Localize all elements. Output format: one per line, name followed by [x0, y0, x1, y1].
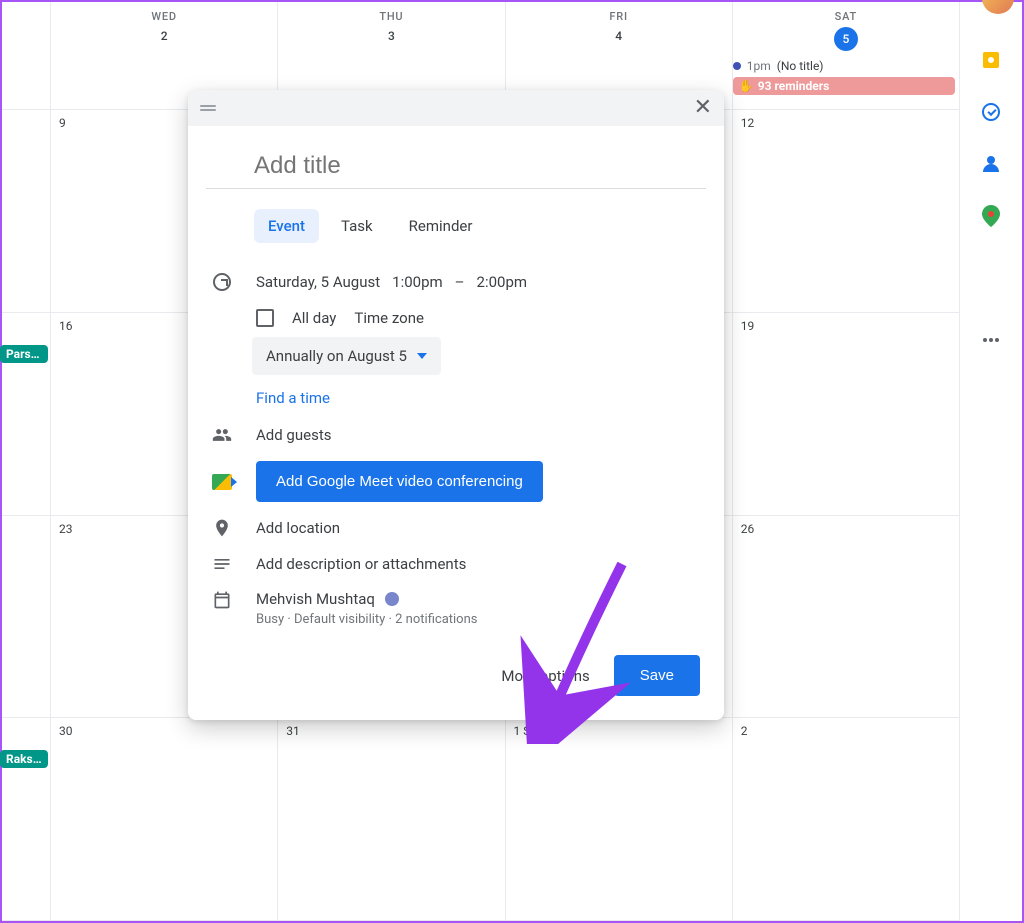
- event-dot-icon: [733, 62, 741, 70]
- add-location-placeholder: Add location: [256, 519, 706, 537]
- cell-date: 30: [57, 724, 275, 738]
- tab-reminder[interactable]: Reminder: [395, 209, 487, 243]
- recurrence-select[interactable]: Annually on August 5: [252, 337, 441, 375]
- event-time: 1pm: [747, 59, 771, 73]
- allday-row: All day Time zone: [206, 299, 706, 337]
- calendar-owner-sub: Busy · Default visibility · 2 notificati…: [256, 612, 706, 627]
- event-title: (No title): [777, 59, 824, 73]
- add-guests-placeholder: Add guests: [256, 426, 706, 444]
- start-time[interactable]: 1:00pm: [392, 273, 443, 291]
- more-options-button[interactable]: More options: [501, 667, 589, 685]
- event-chip[interactable]: 1pm (No title): [729, 57, 959, 75]
- holiday-chip[interactable]: Parsi New Year: [0, 345, 48, 363]
- day-cell[interactable]: 26: [732, 516, 959, 718]
- guests-row[interactable]: Add guests: [206, 417, 706, 453]
- timezone-link[interactable]: Time zone: [354, 309, 424, 327]
- time-dash: –: [455, 273, 465, 291]
- close-icon[interactable]: ✕: [694, 97, 712, 119]
- add-meet-button[interactable]: Add Google Meet video conferencing: [256, 461, 543, 502]
- google-meet-icon: [206, 474, 238, 490]
- find-a-time-link[interactable]: Find a time: [256, 389, 706, 407]
- contacts-icon[interactable]: [981, 154, 1001, 174]
- day-header-sat[interactable]: SAT 5 1pm (No title) ✋ 93 reminders: [732, 2, 959, 109]
- gutter-cell: [2, 2, 50, 109]
- save-button[interactable]: Save: [614, 655, 700, 696]
- cell-date: 1 Sept: [512, 724, 730, 738]
- dialog-header: ✕: [188, 90, 724, 126]
- allday-label: All day: [292, 309, 336, 327]
- more-addons-icon[interactable]: [981, 330, 1001, 350]
- reminders-label: 93 reminders: [758, 79, 830, 93]
- day-cell[interactable]: 2: [732, 718, 959, 920]
- cell-date: 2: [739, 724, 957, 738]
- event-date[interactable]: Saturday, 5 August: [256, 273, 380, 291]
- side-panel: [959, 2, 1022, 921]
- add-description-placeholder: Add description or attachments: [256, 555, 706, 573]
- maps-icon[interactable]: [981, 206, 1001, 226]
- description-icon: [206, 554, 238, 574]
- keep-icon[interactable]: [981, 50, 1001, 70]
- location-icon: [206, 518, 238, 538]
- event-type-tabs: Event Task Reminder: [206, 189, 706, 265]
- calendar-owner-row[interactable]: Mehvish Mushtaq Busy · Default visibilit…: [206, 582, 706, 627]
- dialog-footer: More options Save: [188, 627, 724, 720]
- calendar-owner-name: Mehvish Mushtaq: [256, 590, 375, 608]
- location-row[interactable]: Add location: [206, 510, 706, 546]
- day-number: 3: [278, 29, 504, 43]
- calendar-color-dot: [385, 592, 399, 606]
- drag-handle-icon[interactable]: [200, 105, 216, 111]
- recurrence-label: Annually on August 5: [266, 347, 407, 365]
- dialog-body: Event Task Reminder Saturday, 5 August 1…: [188, 126, 724, 627]
- holiday-chip[interactable]: Raksha Bandhan (Rakhi): [0, 750, 48, 768]
- datetime-row: Saturday, 5 August 1:00pm – 2:00pm: [206, 265, 706, 299]
- gutter-cell: Raksha Bandhan (Rakhi): [2, 718, 50, 920]
- day-cell[interactable]: 1 Sept: [505, 718, 732, 920]
- day-cell[interactable]: 30: [50, 718, 277, 920]
- meet-row: Add Google Meet video conferencing: [206, 453, 706, 510]
- clock-icon: [206, 273, 238, 291]
- calendar-icon: [206, 590, 238, 610]
- end-time[interactable]: 2:00pm: [477, 273, 528, 291]
- week-row: Raksha Bandhan (Rakhi) 30 31 1 Sept 2: [2, 718, 959, 921]
- allday-checkbox[interactable]: [256, 309, 274, 327]
- gutter-cell: [2, 110, 50, 312]
- day-name: THU: [278, 10, 504, 23]
- day-number: 2: [51, 29, 277, 43]
- gutter-cell: Parsi New Year: [2, 313, 50, 515]
- cell-date: 12: [739, 116, 957, 130]
- people-icon: [206, 425, 238, 445]
- tab-task[interactable]: Task: [327, 209, 387, 243]
- cell-date: 31: [284, 724, 502, 738]
- day-number-today: 5: [834, 27, 858, 51]
- day-number: 4: [506, 29, 732, 43]
- tasks-icon[interactable]: [981, 102, 1001, 122]
- day-name: FRI: [506, 10, 732, 23]
- chevron-down-icon: [417, 353, 427, 359]
- gutter-cell: [2, 516, 50, 718]
- create-event-dialog: ✕ Event Task Reminder Saturday, 5 August…: [188, 90, 724, 720]
- day-cell[interactable]: 12: [732, 110, 959, 312]
- tab-event[interactable]: Event: [254, 209, 319, 243]
- reminders-chip[interactable]: ✋ 93 reminders: [733, 77, 955, 95]
- cell-date: 19: [739, 319, 957, 333]
- cell-date: 26: [739, 522, 957, 536]
- description-row[interactable]: Add description or attachments: [206, 546, 706, 582]
- day-cell[interactable]: 19: [732, 313, 959, 515]
- day-cell[interactable]: 31: [277, 718, 504, 920]
- day-name: SAT: [733, 10, 959, 23]
- event-title-input[interactable]: [206, 148, 706, 189]
- day-name: WED: [51, 10, 277, 23]
